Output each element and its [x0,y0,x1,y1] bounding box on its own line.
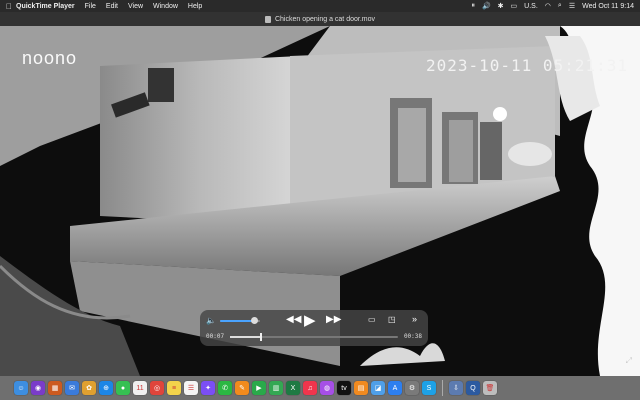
dock-downloads-icon[interactable]: ⇩ [449,381,463,395]
dock-facetime-icon[interactable]: ▶ [252,381,266,395]
menu-view[interactable]: View [128,3,143,10]
play-button[interactable]: ▶ [304,311,316,329]
seek-progress [230,336,261,338]
dock-reminders-icon[interactable]: ☰ [184,381,198,395]
dock-appstore-icon[interactable]: A [388,381,402,395]
window-title: Chicken opening a cat door.mov [274,15,375,23]
picture-in-picture-icon[interactable]: ◳ [388,315,396,324]
volume-icon[interactable]: 🔊 [482,2,491,10]
dock-music-icon[interactable]: ♫ [303,381,317,395]
dock-separator [442,380,443,396]
menu-bar:  QuickTime Player File Edit View Window… [0,0,640,12]
dock-messages-icon[interactable]: ● [116,381,130,395]
apple-icon[interactable]:  [6,2,16,11]
dock-pages-icon[interactable]: ✎ [235,381,249,395]
document-icon [264,15,271,23]
camera-timestamp: 2023-10-11 05:21:31 [425,56,628,75]
dock-podcasts-icon[interactable]: ◍ [320,381,334,395]
duration: 00:38 [403,333,422,340]
control-center-icon[interactable]: ☰ [569,2,575,10]
pause-icon[interactable]: ⏸ [471,2,475,10]
dock-finder-icon[interactable]: ☺ [14,381,28,395]
dock-photos-icon[interactable]: ✿ [82,381,96,395]
battery-icon[interactable]: ▭ [511,2,518,10]
dock-books-icon[interactable]: ▤ [354,381,368,395]
dock-calendar-icon[interactable]: 11 [133,381,147,395]
dock: ☺ ◉ ▦ ✉ ✿ ⊕ ● 11 ◎ ≡ ☰ ✦ ✆ ✎ ▶ ▥ X ♫ ◍ tv ▤ ◪ A ⚙ S ⇩ Q 🗑 [0,376,640,400]
menu-file[interactable]: File [85,3,96,10]
menu-app-name[interactable]: QuickTime Player [16,3,75,10]
fast-forward-button[interactable]: ▶▶ [326,314,341,325]
seek-bar[interactable] [230,333,398,341]
more-options-icon[interactable]: » [412,314,417,324]
dock-numbers-icon[interactable]: ▥ [269,381,283,395]
dock-excel-icon[interactable]: X [286,381,300,395]
dock-notes-icon[interactable]: ≡ [167,381,181,395]
fullscreen-icon[interactable]: ⤢ [626,356,632,366]
dock-whatsapp-icon[interactable]: ✆ [218,381,232,395]
video-frame[interactable]: noono 2023-10-11 05:21:31 🔈 ◀◀ ▶ ▶▶ ▭ ◳ … [0,26,640,376]
dock-preview-icon[interactable]: ◪ [371,381,385,395]
clock[interactable]: Wed Oct 11 9:14 [582,3,634,10]
menu-bar-tray: ⏸ 🔊 ✱ ▭ U.S. ◠ ⌕ ☰ Wed Oct 11 9:14 [471,0,634,12]
window-title-bar[interactable]: Chicken opening a cat door.mov [0,12,640,26]
volume-icon[interactable]: 🔈 [206,316,216,325]
airplay-icon[interactable]: ▭ [368,315,376,324]
dock-chrome-icon[interactable]: ◎ [150,381,164,395]
search-icon[interactable]: ⌕ [558,2,562,10]
dock-safari-icon[interactable]: ⊕ [99,381,113,395]
dock-mail-icon[interactable]: ✉ [65,381,79,395]
volume-knob[interactable] [251,317,258,324]
camera-brand-logo: noono [22,48,78,68]
bluetooth-icon[interactable]: ✱ [498,2,504,10]
input-source[interactable]: U.S. [524,3,538,10]
wifi-icon[interactable]: ◠ [545,2,551,10]
seek-playhead[interactable] [260,333,263,341]
current-time: 00:07 [206,333,225,340]
dock-messenger-icon[interactable]: ✦ [201,381,215,395]
dock-settings-icon[interactable]: ⚙ [405,381,419,395]
rewind-button[interactable]: ◀◀ [286,314,301,325]
dock-quicktime-icon[interactable]: Q [466,381,480,395]
dock-trash-icon[interactable]: 🗑 [483,381,497,395]
playback-controls: 🔈 ◀◀ ▶ ▶▶ ▭ ◳ » 00:07 00:38 [200,310,428,346]
volume-fill [220,320,254,322]
dock-appletv-icon[interactable]: tv [337,381,351,395]
menu-help[interactable]: Help [188,3,202,10]
dock-skype-icon[interactable]: S [422,381,436,395]
menu-edit[interactable]: Edit [106,3,118,10]
dock-siri-icon[interactable]: ◉ [31,381,45,395]
dock-launchpad-icon[interactable]: ▦ [48,381,62,395]
menu-window[interactable]: Window [153,3,178,10]
